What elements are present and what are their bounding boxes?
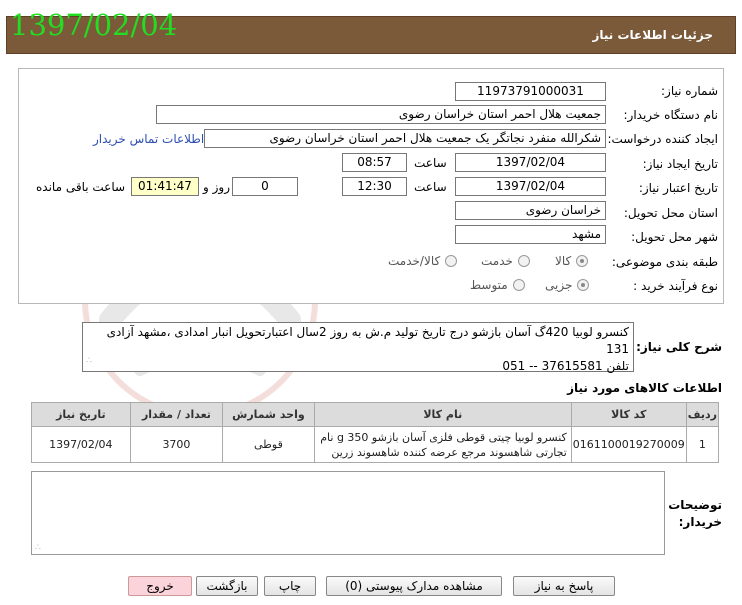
created-time-label: ساعت (414, 156, 447, 170)
remaining-time-field: 01:41:47 (131, 177, 199, 196)
col-qty: تعداد / مقدار (129, 402, 224, 427)
creator-label: ایجاد کننده درخواست: (607, 132, 718, 146)
goods-header-row: ردیف کد کالا نام کالا واحد شمارش تعداد /… (31, 402, 720, 427)
cell-name-line-1: کنسرو لوبیا چیتی قوطی فلزی آسان بازشو 35… (320, 430, 567, 444)
city-label: شهر محل تحویل: (631, 230, 718, 244)
process-partial-option[interactable]: جزیی (545, 278, 590, 292)
created-time-field: 08:57 (342, 153, 407, 172)
creator-field: شکرالله منفرد نجاتگر یک جمعیت هلال احمر … (204, 129, 606, 148)
buyer-org-label: نام دستگاه خریدار: (623, 108, 719, 122)
created-date-label: تاریخ ایجاد نیاز: (642, 157, 718, 171)
print-button[interactable]: چاپ (264, 576, 316, 596)
description-line-2: تلفن 37615581 -- 051 (502, 359, 629, 373)
process-medium-option[interactable]: متوسط (470, 278, 525, 292)
category-goods-service-option[interactable]: کالا/خدمت (388, 254, 458, 268)
table-row: 1 0161100019270009 کنسرو لوبیا چیتی قوطی… (31, 426, 720, 463)
cell-code: 0161100019270009 (570, 426, 687, 463)
process-type-label: نوع فرآیند خرید : (633, 279, 718, 293)
description-textarea[interactable]: کنسرو لوبیا 420گ آسان بازشو درج تاریخ تو… (82, 322, 634, 373)
city-field: مشهد (455, 225, 606, 244)
radio-icon[interactable] (517, 255, 530, 267)
radio-selected-icon[interactable] (577, 279, 590, 291)
buyer-org-field: جمعیت هلال احمر استان خراسان رضوی (156, 105, 606, 124)
buyer-notes-textarea[interactable]: ∴ (31, 471, 665, 555)
validity-time-field: 12:30 (342, 177, 407, 196)
category-label: طبقه بندی موضوعی: (611, 255, 718, 269)
radio-icon[interactable] (445, 255, 458, 267)
validity-date-label: تاریخ اعتبار نیاز: (638, 181, 718, 195)
category-goods-option[interactable]: کالا (555, 254, 589, 268)
radio-icon[interactable] (512, 279, 525, 291)
radio-selected-icon[interactable] (576, 255, 589, 267)
category-service-option[interactable]: خدمت (481, 254, 530, 268)
buyer-notes-label-2: خریدار: (678, 515, 722, 529)
days-label: روز و (203, 180, 230, 194)
cell-date: 1397/02/04 (31, 426, 131, 463)
col-row: ردیف (685, 402, 720, 427)
view-attachments-button[interactable]: مشاهده مدارک پیوستی (0) (326, 576, 502, 596)
description-line-1: کنسرو لوبیا 420گ آسان بازشو درج تاریخ تو… (106, 325, 629, 356)
resize-grip-icon[interactable]: ∴ (35, 543, 41, 553)
back-button[interactable]: بازگشت (196, 576, 258, 596)
days-left-field: 0 (232, 177, 298, 196)
resize-grip-icon[interactable]: ∴ (86, 353, 92, 370)
col-name: نام کالا (313, 402, 572, 427)
reply-button[interactable]: پاسخ به نیاز (513, 576, 615, 596)
created-date-field: 1397/02/04 (455, 153, 606, 172)
validity-time-label: ساعت (414, 180, 447, 194)
need-number-label: شماره نیاز: (661, 84, 718, 98)
col-unit: واحد شمارش (222, 402, 315, 427)
remaining-label: ساعت باقی مانده (36, 180, 126, 194)
province-field: خراسان رضوی (455, 201, 606, 220)
validity-date-field: 1397/02/04 (455, 177, 606, 196)
cell-unit: قوطی (222, 426, 315, 463)
col-date: تاریخ نیاز (31, 402, 131, 427)
goods-section-title: اطلاعات کالاهای مورد نیاز (567, 381, 722, 395)
cell-qty: 3700 (129, 426, 224, 463)
page-title: جزئیات اطلاعات نیاز (592, 28, 713, 42)
description-label: شرح کلی نیاز: (636, 340, 722, 354)
cell-row: 1 (685, 426, 720, 463)
cell-name-line-2: تجارتی شاهسوند مرجع عرضه کننده شاهسوند ز… (331, 445, 567, 459)
province-label: استان محل تحویل: (623, 206, 718, 220)
buyer-contact-link[interactable]: اطلاعات تماس خریدار (93, 132, 204, 146)
col-code: کد کالا (570, 402, 687, 427)
need-number-field: 11973791000031 (455, 82, 606, 101)
exit-button[interactable]: خروج (128, 576, 192, 596)
date-stamp: 1397/02/04 (10, 8, 178, 42)
cell-name: کنسرو لوبیا چیتی قوطی فلزی آسان بازشو 35… (313, 426, 572, 463)
buyer-notes-label-1: توضیحات (668, 498, 722, 512)
goods-table: ردیف کد کالا نام کالا واحد شمارش تعداد /… (31, 402, 720, 463)
